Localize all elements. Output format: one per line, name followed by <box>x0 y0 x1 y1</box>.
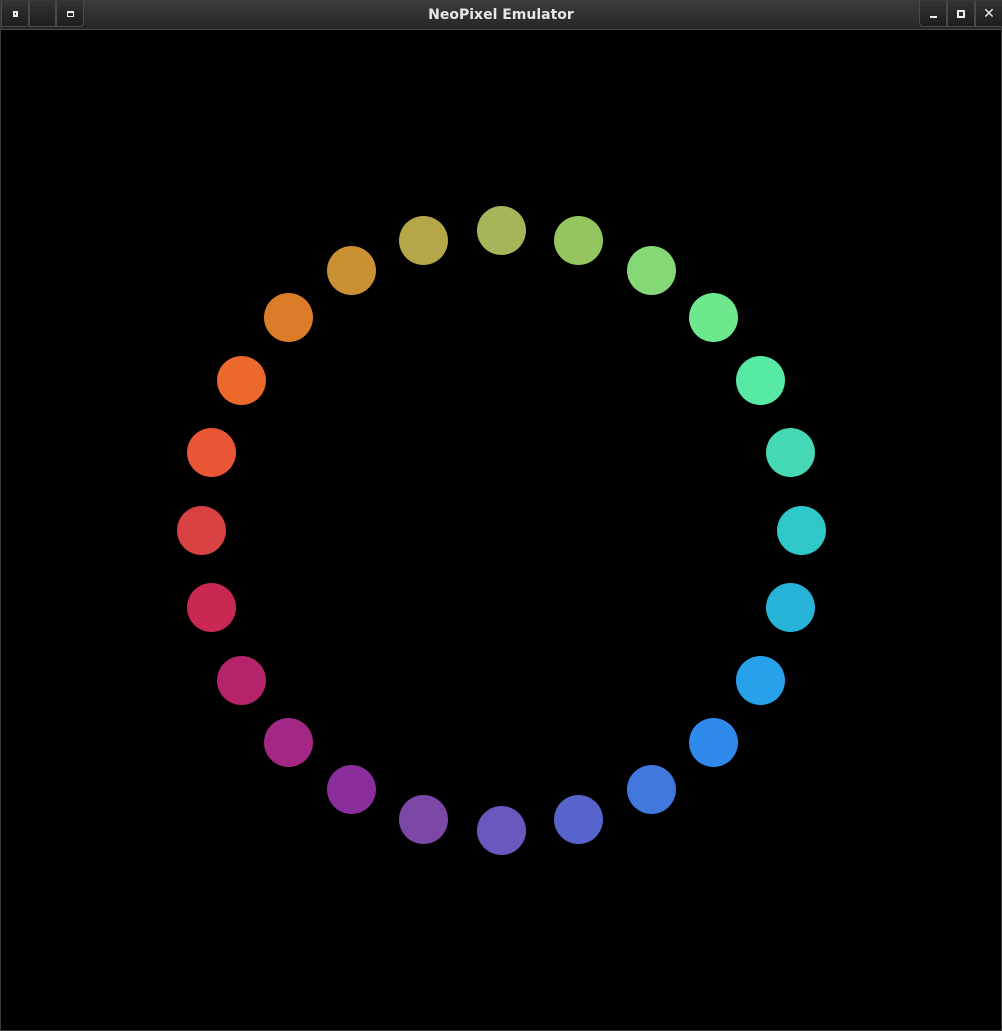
maximize-button[interactable] <box>947 1 975 27</box>
led-pixel-4 <box>736 355 786 405</box>
led-pixel-13 <box>398 795 448 845</box>
led-pixel-10 <box>626 765 676 815</box>
led-pixel-3 <box>688 293 738 343</box>
led-pixel-22 <box>326 245 376 295</box>
neopixel-canvas <box>1 31 1001 1030</box>
led-pixel-23 <box>398 215 448 265</box>
led-pixel-5 <box>766 427 816 477</box>
app-window: NeoPixel Emulator ✕ <box>0 0 1002 1031</box>
led-pixel-11 <box>554 795 604 845</box>
led-pixel-6 <box>776 505 826 555</box>
led-pixel-8 <box>736 655 786 705</box>
minimize-button[interactable] <box>919 1 947 27</box>
led-pixel-7 <box>766 583 816 633</box>
minimize-icon <box>929 15 937 18</box>
led-pixel-21 <box>264 293 314 343</box>
led-pixel-20 <box>216 355 266 405</box>
title-bar[interactable]: NeoPixel Emulator ✕ <box>1 1 1002 30</box>
led-pixel-9 <box>688 717 738 767</box>
led-pixel-2 <box>626 245 676 295</box>
led-pixel-17 <box>186 583 236 633</box>
led-pixel-14 <box>326 765 376 815</box>
close-button[interactable]: ✕ <box>975 1 1002 27</box>
led-pixel-18 <box>176 505 226 555</box>
led-pixel-0 <box>476 205 526 255</box>
led-pixel-19 <box>186 427 236 477</box>
window-title: NeoPixel Emulator <box>428 7 574 23</box>
led-pixel-1 <box>554 215 604 265</box>
led-pixel-15 <box>264 717 314 767</box>
led-pixel-12 <box>476 805 526 855</box>
led-pixel-16 <box>216 655 266 705</box>
close-icon: ✕ <box>983 5 995 22</box>
maximize-icon <box>957 9 965 18</box>
